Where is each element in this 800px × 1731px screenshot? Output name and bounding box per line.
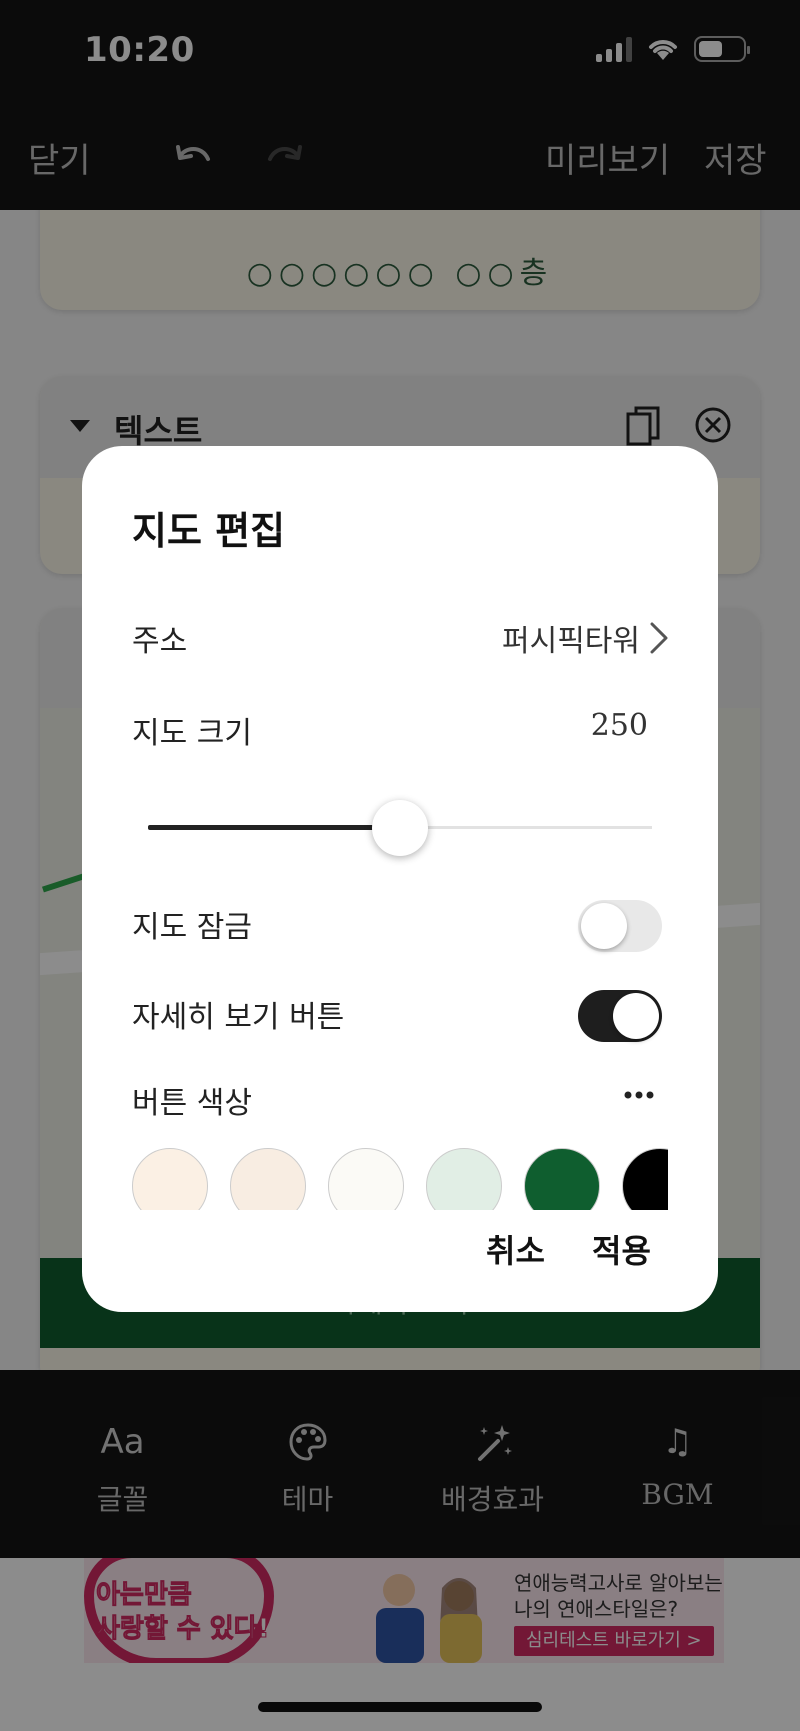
color-swatch[interactable] xyxy=(524,1148,600,1210)
color-swatch[interactable] xyxy=(622,1148,668,1210)
color-swatch[interactable] xyxy=(132,1148,208,1210)
map-size-label: 지도 크기 xyxy=(132,716,252,751)
map-size-value: 250 xyxy=(590,708,648,743)
more-options-icon[interactable] xyxy=(624,1090,654,1100)
color-swatch[interactable] xyxy=(426,1148,502,1210)
detail-button-label: 자세히 보기 버튼 xyxy=(132,1000,345,1035)
dialog-title: 지도 편집 xyxy=(132,509,286,553)
slider-thumb[interactable] xyxy=(372,800,428,856)
map-lock-toggle[interactable] xyxy=(578,900,662,952)
map-lock-label: 지도 잠금 xyxy=(132,910,252,945)
map-size-slider[interactable] xyxy=(148,798,652,858)
map-edit-dialog: 지도 편집 주소 퍼시픽타워 지도 크기 250 지도 잠금 자세히 보기 버튼… xyxy=(82,446,718,1312)
color-swatch[interactable] xyxy=(230,1148,306,1210)
address-value[interactable]: 퍼시픽타워 xyxy=(502,616,640,660)
address-label: 주소 xyxy=(132,624,188,659)
button-color-swatches xyxy=(132,1140,668,1210)
detail-button-toggle[interactable] xyxy=(578,990,662,1042)
cancel-button[interactable]: 취소 xyxy=(486,1226,545,1272)
button-color-label: 버튼 색상 xyxy=(132,1086,252,1121)
slider-fill xyxy=(148,825,400,830)
color-swatch[interactable] xyxy=(328,1148,404,1210)
chevron-right-icon[interactable] xyxy=(648,620,670,656)
apply-button[interactable]: 적용 xyxy=(592,1226,651,1272)
